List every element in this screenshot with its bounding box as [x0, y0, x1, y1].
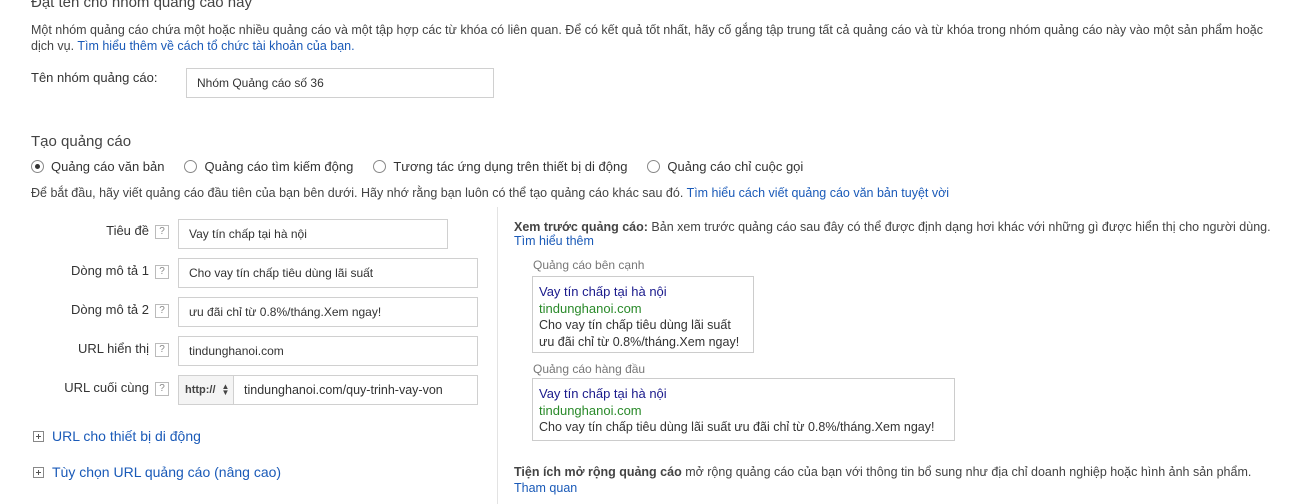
- desc1-input[interactable]: Cho vay tín chấp tiêu dùng lãi suất: [178, 258, 478, 288]
- help-icon[interactable]: ?: [155, 303, 169, 318]
- create-ad-heading: Tạo quảng cáo: [31, 133, 132, 150]
- ad-type-label: Quảng cáo văn bản: [51, 159, 165, 174]
- advanced-url-toggle-label: Tùy chọn URL quảng cáo (nâng cao): [52, 464, 282, 480]
- ad-type-label: Quảng cáo chỉ cuộc gọi: [667, 159, 804, 174]
- ad-type-dynamic-search[interactable]: Quảng cáo tìm kiếm động: [184, 159, 353, 174]
- side-ad-label: Quảng cáo bên cạnh: [533, 258, 645, 272]
- final-url-label: URL cuối cùng?: [19, 380, 169, 396]
- help-icon[interactable]: ?: [155, 264, 169, 279]
- ad-type-label: Quảng cáo tìm kiếm động: [204, 159, 354, 174]
- preview-header: Xem trước quảng cáo: Bản xem trước quảng…: [514, 219, 1300, 236]
- radio-icon[interactable]: [31, 160, 44, 173]
- ad-type-mobile-app-engagement[interactable]: Tương tác ứng dụng trên thiết bị di động: [373, 159, 627, 174]
- desc1-label-text: Dòng mô tả 1: [70, 263, 149, 278]
- display-url-label-text: URL hiển thị: [77, 341, 149, 356]
- display-url-input[interactable]: tindunghanoi.com: [178, 336, 478, 366]
- text-ad-guide-link[interactable]: Tìm hiểu cách viết quảng cáo văn bản tuy…: [687, 186, 950, 200]
- headline-input[interactable]: Vay tín chấp tại hà nội: [178, 219, 448, 249]
- ad-preview-title: Vay tín chấp tại hà nội: [539, 386, 667, 401]
- mobile-url-toggle-label: URL cho thiết bị di động: [52, 428, 201, 444]
- ad-preview-url: tindunghanoi.com: [539, 301, 642, 316]
- top-ad-label: Quảng cáo hàng đầu: [533, 362, 646, 376]
- create-ad-intro: Để bắt đầu, hãy viết quảng cáo đầu tiên …: [31, 185, 949, 202]
- ad-preview-line2: ưu đãi chỉ từ 0.8%/tháng.Xem ngay!: [539, 335, 740, 349]
- ad-type-radio-group: Quảng cáo văn bản Quảng cáo tìm kiếm độn…: [31, 159, 823, 174]
- preview-title: Xem trước quảng cáo:: [514, 220, 648, 234]
- create-ad-intro-text: Để bắt đầu, hãy viết quảng cáo đầu tiên …: [31, 186, 684, 200]
- column-divider: [497, 207, 498, 504]
- adgroup-description: Một nhóm quảng cáo chứa một hoặc nhiều q…: [31, 23, 1264, 37]
- headline-label-text: Tiêu đề: [106, 223, 149, 238]
- adgroup-heading: Đặt tên cho nhóm quảng cáo này: [31, 0, 252, 11]
- extensions-note: mở rộng quảng cáo của bạn với thông tin …: [685, 465, 1252, 479]
- final-url-label-text: URL cuối cùng: [64, 380, 149, 395]
- radio-icon[interactable]: [647, 160, 661, 173]
- preview-note: Bản xem trước quảng cáo sau đây có thể đ…: [651, 220, 1271, 234]
- extensions-title: Tiện ích mở rộng quảng cáo: [514, 465, 682, 479]
- ad-type-text[interactable]: Quảng cáo văn bản: [31, 159, 164, 174]
- adgroup-name-input[interactable]: Nhóm Quảng cáo số 36: [186, 68, 494, 98]
- ad-preview-url: tindunghanoi.com: [539, 403, 642, 418]
- radio-icon[interactable]: [184, 160, 198, 173]
- desc2-label: Dòng mô tả 2?: [19, 302, 169, 318]
- url-protocol-value: http://: [185, 384, 216, 396]
- ad-preview-line1: Cho vay tín chấp tiêu dùng lãi suất ưu đ…: [539, 420, 935, 434]
- display-url-label: URL hiển thị?: [19, 341, 169, 357]
- extensions-header: Tiện ích mở rộng quảng cáo mở rộng quảng…: [514, 464, 1251, 481]
- extensions-tour-link[interactable]: Tham quan: [514, 480, 577, 497]
- url-protocol-select[interactable]: http:// ▲ ▼: [178, 375, 234, 405]
- help-icon[interactable]: ?: [155, 224, 169, 239]
- desc1-label: Dòng mô tả 1?: [19, 263, 169, 279]
- side-ad-preview: Vay tín chấp tại hà nội tindunghanoi.com…: [532, 276, 754, 353]
- ad-preview-line1: Cho vay tín chấp tiêu dùng lãi suất: [539, 318, 731, 332]
- final-url-input[interactable]: tindunghanoi.com/quy-trinh-vay-von: [233, 375, 478, 405]
- ad-type-label: Tương tác ứng dụng trên thiết bị di động: [393, 159, 628, 174]
- help-icon[interactable]: ?: [155, 381, 169, 396]
- headline-label: Tiêu đề?: [19, 223, 169, 239]
- expand-plus-icon[interactable]: [33, 466, 44, 478]
- advanced-url-toggle[interactable]: Tùy chọn URL quảng cáo (nâng cao): [33, 464, 281, 480]
- radio-icon[interactable]: [373, 160, 387, 173]
- mobile-url-toggle[interactable]: URL cho thiết bị di động: [33, 428, 201, 444]
- organize-account-link[interactable]: Tìm hiểu thêm về cách tổ chức tài khoản …: [77, 39, 354, 53]
- desc2-input[interactable]: ưu đãi chỉ từ 0.8%/tháng.Xem ngay!: [178, 297, 478, 327]
- updown-arrow-icon: ▲ ▼: [221, 382, 230, 397]
- preview-learn-more-link[interactable]: Tìm hiểu thêm: [514, 233, 594, 250]
- adgroup-description-line2: dịch vụ. Tìm hiểu thêm về cách tổ chức t…: [31, 38, 355, 55]
- desc2-label-text: Dòng mô tả 2: [70, 302, 149, 317]
- adgroup-description-suffix: dịch vụ.: [31, 39, 75, 53]
- ad-type-call-only[interactable]: Quảng cáo chỉ cuộc gọi: [647, 159, 803, 174]
- ad-preview-title: Vay tín chấp tại hà nội: [539, 284, 667, 299]
- expand-plus-icon[interactable]: [33, 430, 44, 442]
- help-icon[interactable]: ?: [155, 342, 169, 357]
- top-ad-preview: Vay tín chấp tại hà nội tindunghanoi.com…: [532, 378, 955, 441]
- adgroup-name-label: Tên nhóm quảng cáo:: [31, 70, 158, 85]
